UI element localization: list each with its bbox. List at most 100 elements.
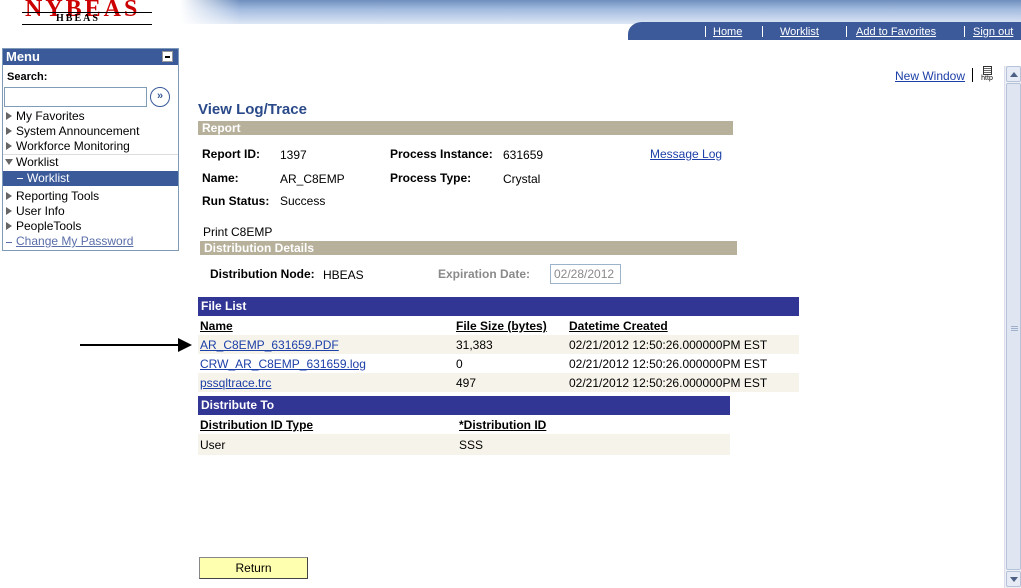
table-row: User SSS xyxy=(198,434,730,455)
file-datetime: 02/21/2012 12:50:26.000000PM EST xyxy=(569,357,768,371)
collapse-triangle-icon xyxy=(5,159,13,165)
run-status-value: Success xyxy=(280,194,326,208)
document-icon xyxy=(982,66,992,75)
return-button[interactable]: Return xyxy=(199,557,308,579)
report-id-label: Report ID: xyxy=(202,147,260,161)
expiration-date-field: 02/28/2012 xyxy=(550,264,621,284)
message-log-link[interactable]: Message Log xyxy=(650,147,722,161)
nav-separator xyxy=(705,26,706,37)
distribution-node-value: HBEAS xyxy=(323,268,364,282)
page-title: View Log/Trace xyxy=(198,101,307,118)
distribution-id-type: User xyxy=(200,438,226,452)
file-datetime: 02/21/2012 12:50:26.000000PM EST xyxy=(569,338,768,352)
menu-item-worklist[interactable]: Worklist xyxy=(3,171,178,186)
file-size: 497 xyxy=(456,376,477,390)
menu-item-label: Change My Password xyxy=(16,234,134,248)
nybeas-logo: NYBEAS HBEAS xyxy=(22,0,157,32)
table-row: CRW_AR_C8EMP_631659.log 0 02/21/2012 12:… xyxy=(198,354,799,373)
expiration-date-label: Expiration Date: xyxy=(438,267,531,281)
expand-triangle-icon xyxy=(6,222,12,230)
menu-item-label: PeopleTools xyxy=(16,219,82,233)
vertical-scrollbar[interactable] xyxy=(1004,66,1021,588)
logo-subtitle: HBEAS xyxy=(56,13,100,24)
http-icon-label: http xyxy=(981,75,993,82)
name-value: AR_C8EMP xyxy=(280,172,345,186)
menu-portlet: Menu Search: » My Favorites System Annou… xyxy=(2,48,179,251)
file-link[interactable]: pssqltrace.trc xyxy=(200,376,271,390)
nav-separator xyxy=(964,26,965,37)
distribution-section-header: Distribution Details xyxy=(200,241,737,255)
menu-item-label: Worklist xyxy=(16,155,59,169)
distribution-id: SSS xyxy=(459,438,484,452)
menu-header: Menu xyxy=(3,49,178,65)
expand-triangle-icon xyxy=(6,142,12,150)
menu-title: Menu xyxy=(6,49,40,64)
scrollbar-thumb[interactable] xyxy=(1006,83,1021,570)
nav-add-to-favorites-link[interactable]: Add to Favorites xyxy=(856,26,936,38)
search-label: Search: xyxy=(7,71,48,83)
nav-sign-out-link[interactable]: Sign out xyxy=(973,26,1013,38)
expand-triangle-icon xyxy=(6,192,12,200)
http-help-icon[interactable]: http xyxy=(978,66,996,84)
file-list-header: File List xyxy=(198,297,799,316)
pointer-arrow-icon xyxy=(80,338,192,352)
report-description: Print C8EMP xyxy=(203,225,273,239)
file-link[interactable]: CRW_AR_C8EMP_631659.log xyxy=(200,357,366,371)
menu-item-worklist-folder[interactable]: Worklist xyxy=(3,154,178,169)
run-status-label: Run Status: xyxy=(202,194,270,208)
menu-item-label: Workforce Monitoring xyxy=(16,139,130,153)
menu-item-my-favorites[interactable]: My Favorites xyxy=(3,109,178,124)
scroll-up-icon[interactable] xyxy=(1006,66,1021,82)
file-link[interactable]: AR_C8EMP_631659.PDF xyxy=(200,338,339,352)
expand-triangle-icon xyxy=(6,112,12,120)
menu-item-system-announcement[interactable]: System Announcement xyxy=(3,124,178,139)
top-nav: Home Worklist Add to Favorites Sign out xyxy=(628,22,1021,40)
file-size: 0 xyxy=(456,357,463,371)
menu-item-label: My Favorites xyxy=(16,109,85,123)
logo-rule-bottom xyxy=(22,24,152,25)
expand-triangle-icon xyxy=(6,127,12,135)
column-header-name[interactable]: Name xyxy=(200,319,233,333)
process-instance-value: 631659 xyxy=(503,148,544,162)
distribute-to-header: Distribute To xyxy=(198,396,730,415)
column-header-distribution-id-type[interactable]: Distribution ID Type xyxy=(200,418,313,432)
menu-item-change-my-password[interactable]: Change My Password xyxy=(3,234,178,249)
column-header-datetime[interactable]: Datetime Created xyxy=(569,319,668,333)
dash-icon xyxy=(17,178,23,179)
scroll-down-icon[interactable] xyxy=(1006,571,1021,587)
search-go-icon[interactable]: » xyxy=(150,87,170,107)
process-type-label: Process Type: xyxy=(390,171,472,185)
distribution-node-label: Distribution Node: xyxy=(210,267,315,281)
report-id-value: 1397 xyxy=(280,148,307,162)
menu-item-label: User Info xyxy=(16,204,65,218)
nav-worklist-link[interactable]: Worklist xyxy=(780,26,819,38)
table-row: AR_C8EMP_631659.PDF 31,383 02/21/2012 12… xyxy=(198,335,799,354)
menu-item-peopletools[interactable]: PeopleTools xyxy=(3,219,178,234)
menu-item-label: Worklist xyxy=(27,171,70,185)
dash-icon xyxy=(6,242,12,243)
file-size: 31,383 xyxy=(456,338,493,352)
column-header-distribution-id[interactable]: *Distribution ID xyxy=(459,418,546,432)
menu-item-workforce-monitoring[interactable]: Workforce Monitoring xyxy=(3,139,178,154)
grip-icon xyxy=(1011,326,1018,327)
table-row: pssqltrace.trc 497 02/21/2012 12:50:26.0… xyxy=(198,373,799,392)
menu-item-reporting-tools[interactable]: Reporting Tools xyxy=(3,189,178,204)
process-instance-label: Process Instance: xyxy=(390,147,493,161)
column-header-file-size[interactable]: File Size (bytes) xyxy=(456,319,547,333)
report-section-header: Report xyxy=(198,121,733,135)
file-datetime: 02/21/2012 12:50:26.000000PM EST xyxy=(569,376,768,390)
collapse-icon[interactable] xyxy=(162,51,173,62)
expand-triangle-icon xyxy=(6,207,12,215)
nav-separator xyxy=(762,26,763,37)
header-band xyxy=(180,0,1021,24)
menu-item-label: System Announcement xyxy=(16,124,140,138)
menu-item-label: Reporting Tools xyxy=(16,189,100,203)
new-window-link[interactable]: New Window xyxy=(895,69,965,83)
menu-search-input[interactable] xyxy=(4,87,147,107)
process-type-value: Crystal xyxy=(503,172,541,186)
nav-home-link[interactable]: Home xyxy=(713,26,742,38)
toolbar-separator xyxy=(972,68,973,82)
name-label: Name: xyxy=(202,171,239,185)
menu-item-user-info[interactable]: User Info xyxy=(3,204,178,219)
nav-separator xyxy=(846,26,847,37)
